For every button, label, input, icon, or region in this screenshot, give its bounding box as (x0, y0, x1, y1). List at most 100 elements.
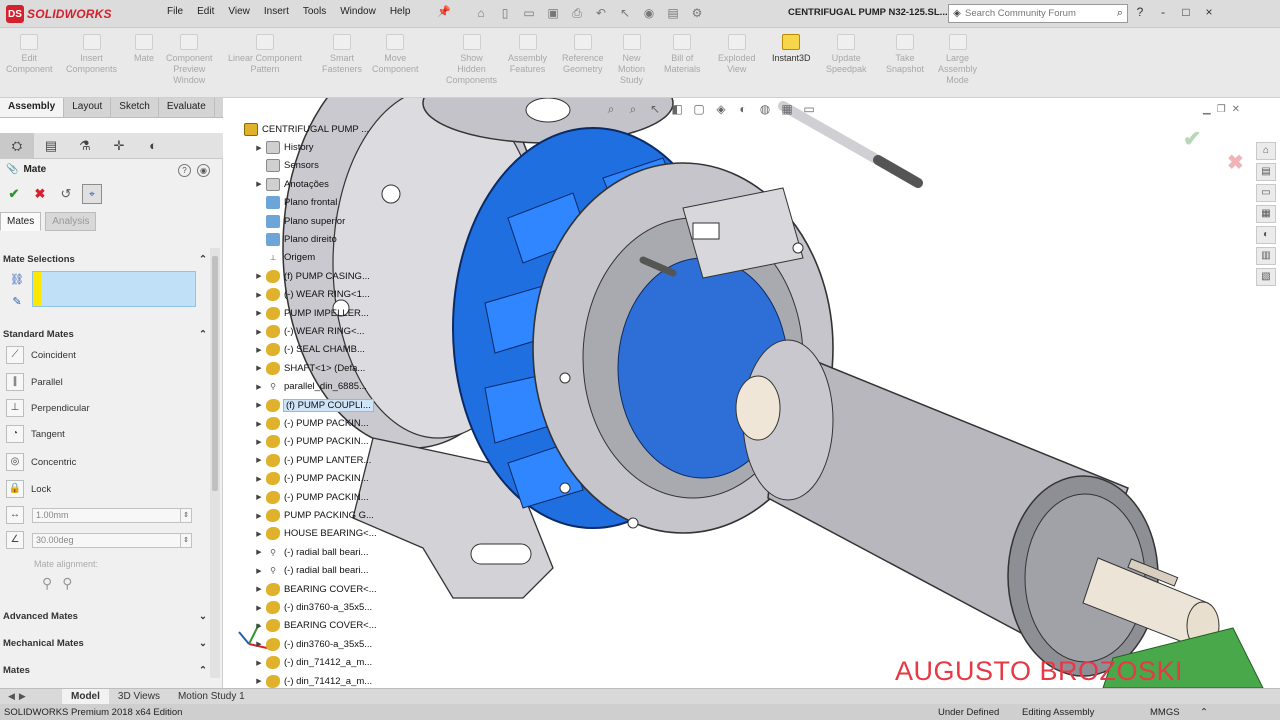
viewport-close-icon[interactable]: ✕ (1232, 104, 1240, 115)
tree-item[interactable]: Plano frontal (252, 194, 337, 211)
previous-view-icon[interactable]: ↖ (647, 102, 663, 117)
cancel-x-icon[interactable]: ✖ (30, 184, 50, 204)
tree-expand-arrow-icon[interactable]: ▶ (252, 512, 266, 520)
close-icon[interactable]: × (1202, 5, 1216, 19)
status-units[interactable]: MMGS (1150, 707, 1180, 718)
view-palette-icon[interactable]: ▦ (1256, 205, 1276, 223)
bottom-tab-model[interactable]: Model (62, 689, 109, 704)
maximize-icon[interactable]: □ (1179, 5, 1193, 19)
hide-show-items-icon[interactable]: ◐ (735, 102, 751, 117)
design-library-icon[interactable]: ▤ (1256, 163, 1276, 181)
tree-expand-arrow-icon[interactable]: ▶ (252, 144, 266, 152)
whats-wrong-icon[interactable]: ◉ (197, 164, 210, 177)
ribbon-button-large-assembly-mode[interactable]: Large Assembly Mode (938, 34, 977, 86)
zoom-to-fit-icon[interactable]: ⌕ (603, 102, 619, 117)
section-view-icon[interactable]: ◧ (669, 102, 685, 117)
ribbon-button-update-speedpak[interactable]: Update Speedpak (826, 34, 867, 75)
display-style-icon[interactable]: ◈ (713, 102, 729, 117)
status-expand-icon[interactable]: ⌃ (1200, 707, 1208, 718)
aligned-icon[interactable]: ⚲ (42, 575, 52, 592)
tree-item[interactable]: Sensors (252, 157, 319, 174)
tree-item[interactable]: ▶ History (252, 139, 314, 156)
tree-expand-arrow-icon[interactable]: ▶ (252, 309, 266, 317)
feature-manager-tab-icon[interactable]: ⛭ (0, 133, 34, 159)
tree-item[interactable]: ▶ (-) PUMP PACKIN... (252, 489, 369, 506)
edit-appearance-icon[interactable]: ◍ (757, 102, 773, 117)
open-icon[interactable]: ▭ (520, 4, 538, 22)
tree-item[interactable]: ▶ (f) PUMP CASING... (252, 268, 370, 285)
tree-expand-arrow-icon[interactable]: ▶ (252, 438, 266, 446)
menu-window[interactable]: Window (333, 6, 383, 17)
menu-edit[interactable]: Edit (190, 6, 221, 17)
tree-expand-arrow-icon[interactable]: ▶ (252, 364, 266, 372)
tree-item[interactable]: ▶ (-) PUMP PACKIN... (252, 415, 369, 432)
tree-item[interactable]: ▶ ⚲ parallel_din_6885... (252, 378, 367, 395)
expand-chevron-icon[interactable]: ⌄ (199, 611, 207, 622)
mate-lock[interactable]: 🔒 Lock (6, 480, 51, 498)
new-document-icon[interactable]: ▯ (496, 4, 514, 22)
appearances-icon[interactable]: ◐ (1256, 226, 1276, 244)
tree-expand-arrow-icon[interactable]: ▶ (252, 548, 266, 556)
section-standard-mates[interactable]: Standard Mates ⌃ (3, 329, 207, 340)
apply-scene-icon[interactable]: ▦ (779, 102, 795, 117)
bottom-tab-3d-views[interactable]: 3D Views (109, 689, 169, 704)
tree-expand-arrow-icon[interactable]: ▶ (252, 383, 266, 391)
ribbon-button-mate[interactable]: Mate (134, 34, 154, 64)
file-properties-icon[interactable]: ▤ (664, 4, 682, 22)
tree-item[interactable]: ▶ PUMP IMPELLER... (252, 305, 369, 322)
tree-item[interactable]: Plano direito (252, 231, 337, 248)
mate-coincident[interactable]: ⟋ Coincident (6, 346, 76, 364)
multiple-mate-icon[interactable]: ✎ (8, 293, 26, 311)
tree-expand-arrow-icon[interactable]: ▶ (252, 585, 266, 593)
anti-aligned-icon[interactable]: ⚲ (62, 575, 72, 592)
view-orientation-icon[interactable]: ▢ (691, 102, 707, 117)
pm-scrollbar[interactable] (210, 248, 220, 678)
tree-item[interactable]: ▶ HOUSE BEARING<... (252, 525, 377, 542)
zoom-area-icon[interactable]: ⌕ (625, 102, 641, 117)
ribbon-button-assembly-features[interactable]: Assembly Features (508, 34, 547, 75)
tree-item[interactable]: ▶ (-) PUMP LANTER... (252, 452, 371, 469)
mate-concentric[interactable]: ◎ Concentric (6, 453, 76, 471)
tree-item[interactable]: ▶ SHAFT<1> (Defa... (252, 360, 365, 377)
ribbon-button-insert-components[interactable]: Insert Components (66, 34, 117, 75)
collapse-chevron-icon[interactable]: ⌃ (199, 665, 207, 676)
tree-item[interactable]: ▶ BEARING COVER<... (252, 617, 377, 634)
menu-file[interactable]: File (160, 6, 190, 17)
undo-mate-icon[interactable]: ↺ (56, 184, 76, 204)
section-advanced-mates[interactable]: Advanced Mates ⌄ (3, 611, 207, 622)
tab-analysis[interactable]: Analysis (45, 212, 97, 231)
mate-selection-box[interactable] (32, 271, 196, 307)
collapse-chevron-icon[interactable]: ⌃ (199, 254, 207, 265)
angle-field[interactable]: 30.00deg ⇕ (32, 533, 192, 548)
tree-expand-arrow-icon[interactable]: ▶ (252, 659, 266, 667)
menu-view[interactable]: View (221, 6, 257, 17)
tab-mates[interactable]: Mates (0, 212, 42, 231)
tree-expand-arrow-icon[interactable]: ▶ (252, 622, 266, 630)
section-mate-selections[interactable]: Mate Selections ⌃ (3, 254, 207, 265)
home-icon[interactable]: ⌂ (472, 4, 490, 22)
section-mechanical-mates[interactable]: Mechanical Mates ⌄ (3, 638, 207, 649)
tree-expand-arrow-icon[interactable]: ▶ (252, 493, 266, 501)
select-icon[interactable]: ↖ (616, 4, 634, 22)
tree-expand-arrow-icon[interactable]: ▶ (252, 456, 266, 464)
options-gear-icon[interactable]: ⚙ (688, 4, 706, 22)
search-input[interactable] (965, 8, 1095, 19)
ribbon-button-component-preview-window[interactable]: Component Preview Window (166, 34, 213, 86)
mate-parallel[interactable]: ∥ Parallel (6, 373, 63, 391)
ribbon-button-bill-of-materials[interactable]: Bill of Materials (664, 34, 701, 75)
tab-sketch[interactable]: Sketch (111, 98, 159, 117)
ribbon-button-show-hidden-components[interactable]: Show Hidden Components (446, 34, 497, 86)
tab-layout[interactable]: Layout (64, 98, 112, 117)
minimize-icon[interactable]: - (1156, 5, 1170, 19)
tree-expand-arrow-icon[interactable]: ▶ (252, 272, 266, 280)
tree-item[interactable]: ▶ (-) din3760-a_35x5... (252, 599, 372, 616)
ribbon-button-exploded-view[interactable]: Exploded View (718, 34, 756, 75)
configuration-manager-tab-icon[interactable]: ⚗ (68, 133, 102, 159)
view-settings-icon[interactable]: ▭ (801, 102, 817, 117)
tree-item[interactable]: ▶ PUMP PACKING G... (252, 507, 374, 524)
ribbon-button-take-snapshot[interactable]: Take Snapshot (886, 34, 924, 75)
pin-menu-icon[interactable]: 📌 (436, 5, 452, 21)
confirm-cancel-icon[interactable]: ✖ (1227, 150, 1244, 175)
ribbon-button-smart-fasteners[interactable]: Smart Fasteners (322, 34, 362, 75)
tree-expand-arrow-icon[interactable]: ▶ (252, 475, 266, 483)
